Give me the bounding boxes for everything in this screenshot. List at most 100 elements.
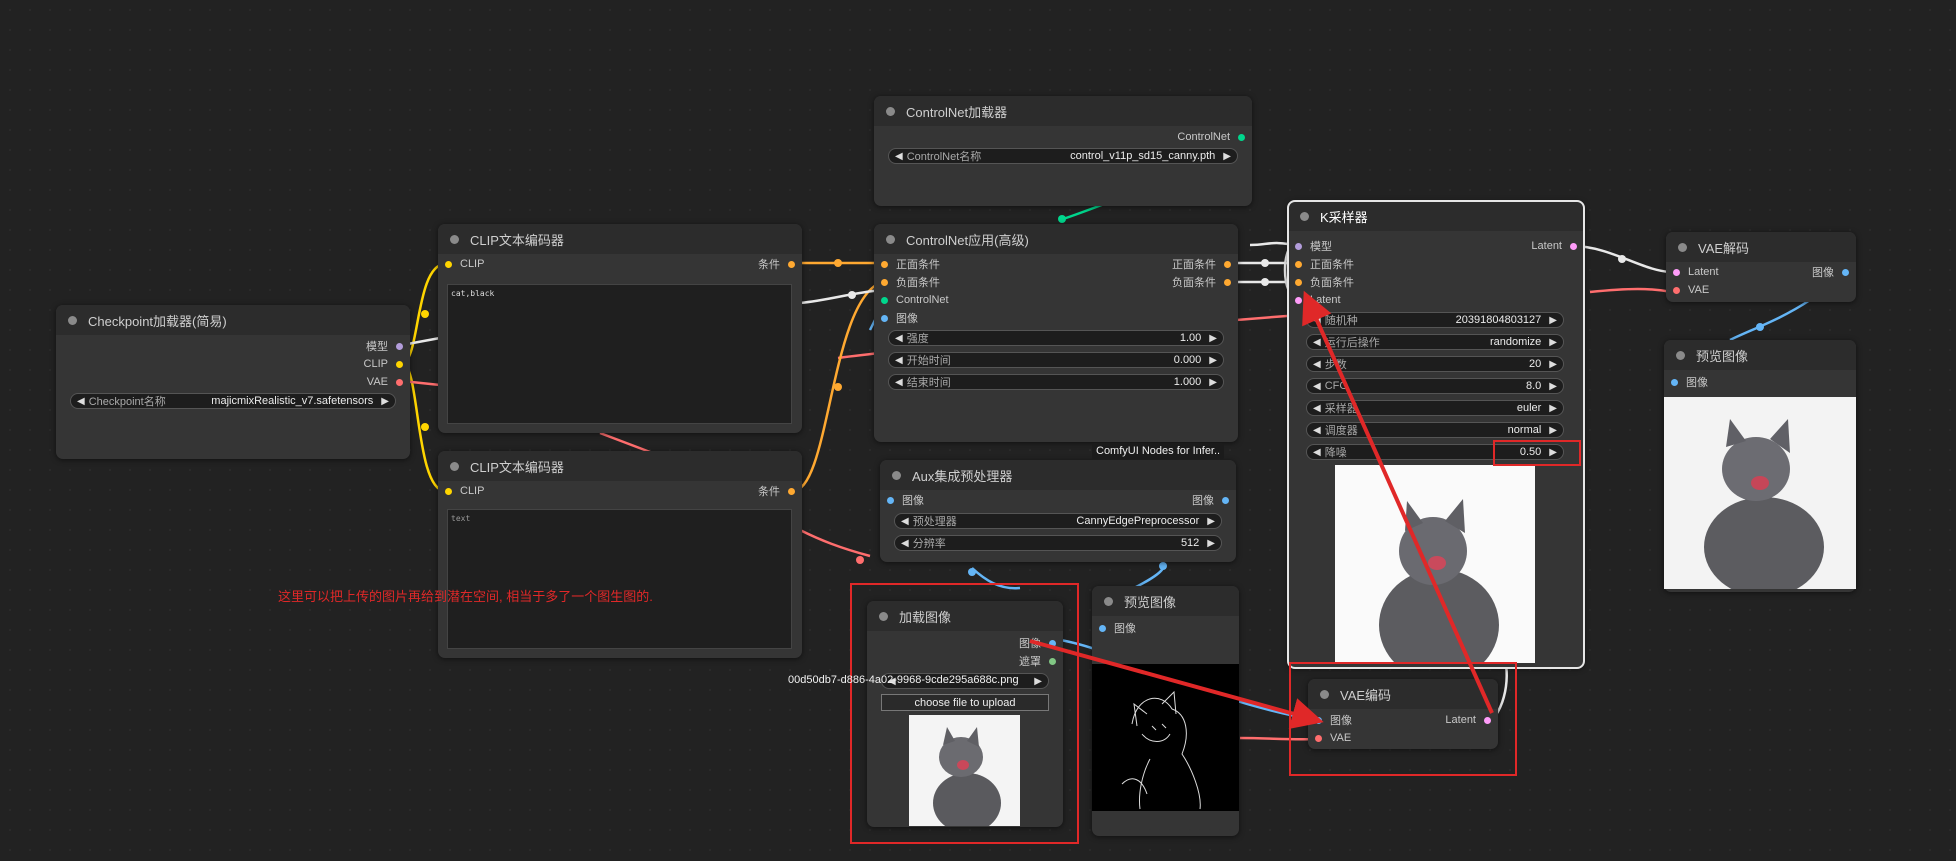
node-header[interactable]: CLIP文本编码器 <box>438 224 802 254</box>
collapse-dot-icon[interactable] <box>450 461 459 471</box>
left-arrow-icon[interactable]: ◀ <box>895 377 903 388</box>
collapse-dot-icon[interactable] <box>450 234 459 244</box>
input-negative[interactable]: 负面条件 <box>1295 273 1354 291</box>
node-header[interactable]: Aux集成预处理器 <box>880 460 1236 490</box>
input-slot-icon[interactable] <box>881 260 888 268</box>
left-arrow-icon[interactable]: ◀ <box>77 396 85 407</box>
input-slot-icon[interactable] <box>445 487 452 495</box>
left-arrow-icon[interactable]: ◀ <box>895 355 903 366</box>
input-slot-icon[interactable] <box>1295 242 1302 250</box>
sampler-name-combo[interactable]: ◀ 采样器 euler ▶ <box>1306 400 1564 416</box>
left-arrow-icon[interactable]: ◀ <box>1313 359 1321 370</box>
output-slot-icon[interactable] <box>1570 242 1577 250</box>
output-conditioning[interactable]: 条件 <box>758 255 795 273</box>
output-vae[interactable]: VAE <box>367 373 403 391</box>
left-arrow-icon[interactable]: ◀ <box>1313 425 1321 436</box>
right-arrow-icon[interactable]: ▶ <box>1209 333 1217 344</box>
collapse-dot-icon[interactable] <box>1678 242 1687 252</box>
denoise-widget[interactable]: ◀ 降噪 0.50 ▶ <box>1306 444 1564 460</box>
input-image[interactable]: 图像 <box>1671 373 1708 391</box>
prompt-textarea[interactable]: cat,black <box>447 284 792 424</box>
node-ksampler[interactable]: K采样器 模型 正面条件 负面条件 Latent Latent ◀ 随机种 2039… <box>1287 200 1585 669</box>
output-slot-icon[interactable] <box>1049 657 1056 665</box>
right-arrow-icon[interactable]: ▶ <box>1549 447 1557 458</box>
input-slot-icon[interactable] <box>881 296 888 304</box>
input-slot-icon[interactable] <box>1673 268 1680 276</box>
output-conditioning[interactable]: 条件 <box>758 482 795 500</box>
node-header[interactable]: 预览图像 <box>1664 340 1856 370</box>
right-arrow-icon[interactable]: ▶ <box>381 396 389 407</box>
collapse-dot-icon[interactable] <box>1320 689 1329 699</box>
node-preview-image-result[interactable]: 预览图像 图像 <box>1664 340 1856 592</box>
start-percent-widget[interactable]: ◀ 开始时间 0.000 ▶ <box>888 352 1224 368</box>
input-clip[interactable]: CLIP <box>445 255 484 273</box>
input-vae[interactable]: VAE <box>1673 281 1709 299</box>
collapse-dot-icon[interactable] <box>68 315 77 325</box>
input-slot-icon[interactable] <box>1315 734 1322 742</box>
right-arrow-icon[interactable]: ▶ <box>1209 377 1217 388</box>
output-slot-icon[interactable] <box>1049 639 1056 647</box>
end-percent-widget[interactable]: ◀ 结束时间 1.000 ▶ <box>888 374 1224 390</box>
right-arrow-icon[interactable]: ▶ <box>1549 381 1557 392</box>
input-latent[interactable]: Latent <box>1295 291 1341 309</box>
collapse-dot-icon[interactable] <box>1676 350 1685 360</box>
node-header[interactable]: K采样器 <box>1288 201 1584 231</box>
input-slot-icon[interactable] <box>445 260 452 268</box>
output-image[interactable]: 图像 <box>1192 491 1229 509</box>
right-arrow-icon[interactable]: ▶ <box>1223 151 1231 162</box>
collapse-dot-icon[interactable] <box>1300 211 1309 221</box>
input-image[interactable]: 图像 <box>1315 711 1352 729</box>
node-controlnet-loader[interactable]: ControlNet加载器 ControlNet ◀ ControlNet名称 co… <box>874 96 1252 206</box>
input-image[interactable]: 图像 <box>1099 619 1136 637</box>
input-slot-icon[interactable] <box>1673 286 1680 294</box>
input-slot-icon[interactable] <box>1295 260 1302 268</box>
output-clip[interactable]: CLIP <box>364 355 403 373</box>
node-header[interactable]: VAE编码 <box>1308 679 1498 709</box>
steps-widget[interactable]: ◀ 步数 20 ▶ <box>1306 356 1564 372</box>
cfg-widget[interactable]: ◀ CFG 8.0 ▶ <box>1306 378 1564 394</box>
input-positive[interactable]: 正面条件 <box>1295 255 1354 273</box>
output-latent[interactable]: Latent <box>1531 237 1577 255</box>
node-controlnet-apply-advanced[interactable]: ControlNet应用(高级) 正面条件 负面条件 ControlNet 图像… <box>874 224 1238 442</box>
node-vae-decode[interactable]: VAE解码 Latent VAE 图像 <box>1666 232 1856 302</box>
right-arrow-icon[interactable]: ▶ <box>1207 516 1215 527</box>
input-latent[interactable]: Latent <box>1673 263 1719 281</box>
controlnet-name-combo[interactable]: ◀ ControlNet名称 control_v11p_sd15_canny.pth… <box>888 148 1238 164</box>
right-arrow-icon[interactable]: ▶ <box>1209 355 1217 366</box>
input-positive[interactable]: 正面条件 <box>881 255 940 273</box>
input-negative[interactable]: 负面条件 <box>881 273 940 291</box>
scheduler-combo[interactable]: ◀ 调度器 normal ▶ <box>1306 422 1564 438</box>
input-model[interactable]: 模型 <box>1295 237 1332 255</box>
node-preview-image-canny[interactable]: 预览图像 图像 <box>1092 586 1239 836</box>
strength-widget[interactable]: ◀ 强度 1.00 ▶ <box>888 330 1224 346</box>
output-slot-icon[interactable] <box>788 260 795 268</box>
output-slot-icon[interactable] <box>396 378 403 386</box>
left-arrow-icon[interactable]: ◀ <box>901 538 909 549</box>
output-slot-icon[interactable] <box>1224 278 1231 286</box>
output-mask[interactable]: 遮罩 <box>1019 652 1056 670</box>
output-image[interactable]: 图像 <box>1019 634 1056 652</box>
output-slot-icon[interactable] <box>788 487 795 495</box>
output-latent[interactable]: Latent <box>1445 711 1491 729</box>
input-slot-icon[interactable] <box>1315 716 1322 724</box>
output-slot-icon[interactable] <box>396 342 403 350</box>
input-slot-icon[interactable] <box>881 314 888 322</box>
node-header[interactable]: 预览图像 <box>1092 586 1239 616</box>
collapse-dot-icon[interactable] <box>879 611 888 621</box>
right-arrow-icon[interactable]: ▶ <box>1207 538 1215 549</box>
input-vae[interactable]: VAE <box>1315 729 1351 747</box>
output-slot-icon[interactable] <box>1222 496 1229 504</box>
node-load-image[interactable]: 加载图像 图像 遮罩 ◀ ▶ choose file to upload <box>867 601 1063 827</box>
input-image[interactable]: 图像 <box>887 491 924 509</box>
node-vae-encode[interactable]: VAE编码 图像 VAE Latent <box>1308 679 1498 749</box>
output-slot-icon[interactable] <box>1484 716 1491 724</box>
node-header[interactable]: VAE解码 <box>1666 232 1856 262</box>
output-positive[interactable]: 正面条件 <box>1172 255 1231 273</box>
output-slot-icon[interactable] <box>1224 260 1231 268</box>
output-slot-icon[interactable] <box>1842 268 1849 276</box>
left-arrow-icon[interactable]: ◀ <box>1313 315 1321 326</box>
prompt-textarea[interactable]: text <box>447 509 792 649</box>
output-slot-icon[interactable] <box>396 360 403 368</box>
input-clip[interactable]: CLIP <box>445 482 484 500</box>
left-arrow-icon[interactable]: ◀ <box>1313 447 1321 458</box>
